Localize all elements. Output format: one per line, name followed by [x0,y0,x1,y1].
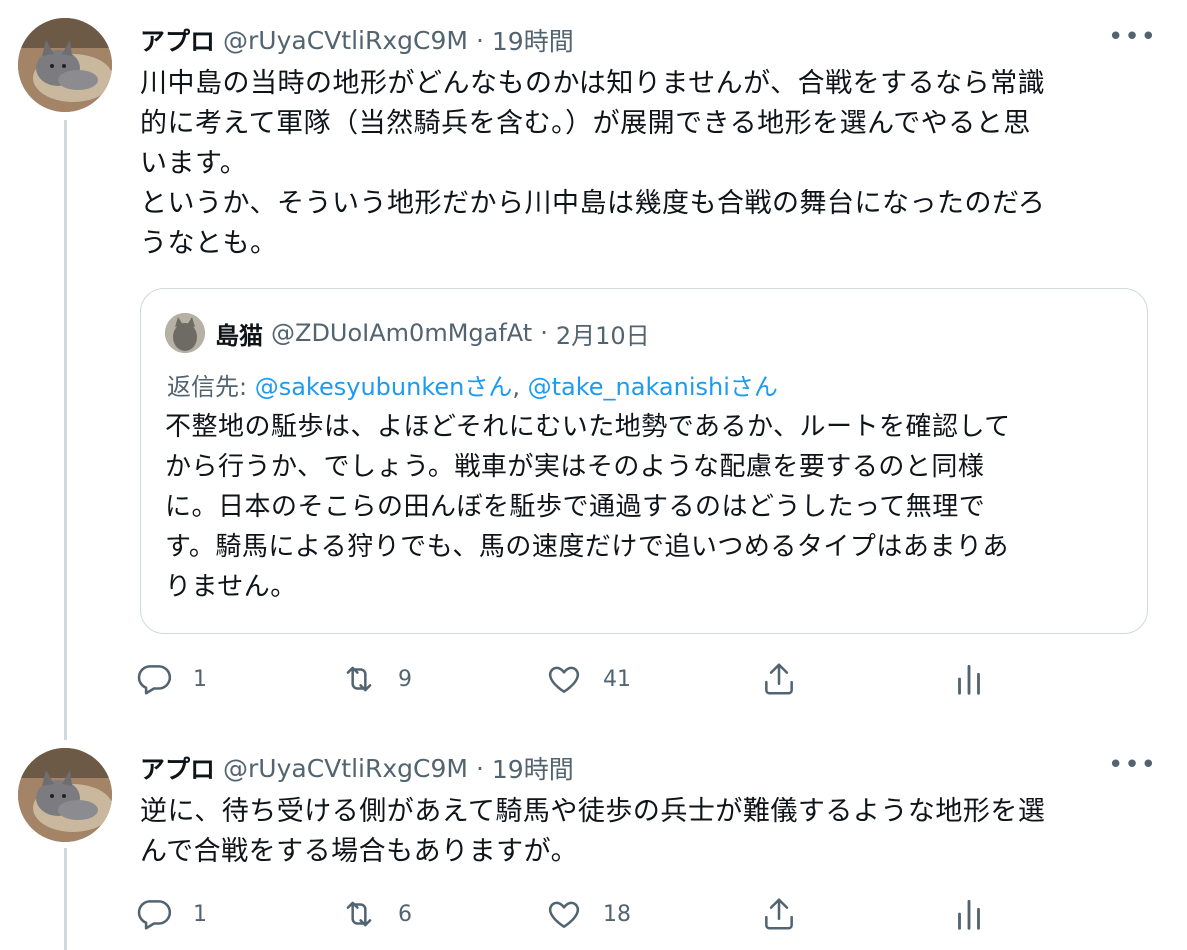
reply-count: 1 [193,666,207,692]
thread-connector-line [64,120,67,740]
reply-icon [137,900,172,930]
reply-context: 返信先: @sakesyubunkenさん, @take_nakanishiさん [167,367,778,402]
tweet[interactable]: アプロ @rUyaCVtliRxgC9M · 19時間 ••• 川中島の当時の地… [140,20,1157,264]
quoted-author-handle: @ZDUoIAm0mMgafAt [271,319,533,347]
retweet-button[interactable]: 9 [340,660,412,698]
more-icon[interactable]: ••• [1108,750,1157,780]
share-icon [765,663,793,695]
analytics-button[interactable] [950,895,988,933]
analytics-icon [958,664,980,695]
separator-dot: · [475,25,484,55]
like-count: 41 [603,666,631,692]
timestamp[interactable]: 19時間 [492,750,574,786]
retweet-button[interactable]: 6 [340,895,412,933]
reply-prefix: 返信先: [167,373,255,401]
heart-icon [548,901,580,928]
more-icon[interactable]: ••• [1108,22,1157,52]
retweet-icon [346,666,372,692]
analytics-icon [958,899,980,930]
like-button[interactable]: 18 [545,895,631,933]
reply-icon [137,665,172,695]
timestamp[interactable]: 19時間 [492,22,574,58]
share-button[interactable] [760,660,798,698]
thread-connector-line-lower [64,848,67,950]
quoted-timestamp: 2月10日 [555,321,650,350]
reply-button[interactable]: 1 [135,660,207,698]
retweet-count: 6 [398,901,412,927]
avatar[interactable] [18,748,112,842]
avatar[interactable] [18,18,112,112]
tweet-header: アプロ @rUyaCVtliRxgC9M · 19時間 [140,748,1157,788]
quoted-tweet-header: 島猫 @ZDUoIAm0mMgafAt · 2月10日 [165,313,650,353]
author-handle[interactable]: @rUyaCVtliRxgC9M [223,754,468,783]
author-handle[interactable]: @rUyaCVtliRxgC9M [223,26,468,55]
tweet-text: 川中島の当時の地形がどんなものかは知りませんが、合戦をするなら常識 的に考えて軍… [140,68,1046,259]
reply-count: 1 [193,901,207,927]
reply-mention-1[interactable]: @sakesyubunkenさん [255,373,513,401]
share-button[interactable] [760,895,798,933]
tweet-actions: 1 6 18 [135,895,1015,939]
tweet[interactable]: アプロ @rUyaCVtliRxgC9M · 19時間 ••• 逆に、待ち受ける… [140,748,1157,872]
tweet-text: 逆に、待ち受ける側があえて騎馬や徒歩の兵士が難儀するような地形を選 んで合戦をす… [140,796,1046,867]
like-button[interactable]: 41 [545,660,631,698]
quoted-tweet[interactable]: 島猫 @ZDUoIAm0mMgafAt · 2月10日 返信先: @sakesy… [140,288,1148,634]
share-icon [765,898,793,930]
heart-icon [548,666,580,693]
reply-button[interactable]: 1 [135,895,207,933]
separator-dot: · [540,319,548,347]
author-name[interactable]: アプロ [140,750,215,786]
tweet-actions: 1 9 41 [135,660,1015,704]
analytics-button[interactable] [950,660,988,698]
reply-separator: , [512,373,528,401]
retweet-count: 9 [398,666,412,692]
reply-mention-2[interactable]: @take_nakanishiさん [528,373,778,401]
retweet-icon [346,901,372,927]
quoted-author-name: 島猫 [215,321,263,350]
like-count: 18 [603,901,631,927]
quoted-avatar [165,313,205,353]
separator-dot: · [475,753,484,783]
quoted-tweet-text: 不整地の駈歩は、よほどそれにむいた地勢であるか、ルートを確認して から行うか、で… [165,412,1011,602]
tweet-header: アプロ @rUyaCVtliRxgC9M · 19時間 [140,20,1157,60]
author-name[interactable]: アプロ [140,22,215,58]
